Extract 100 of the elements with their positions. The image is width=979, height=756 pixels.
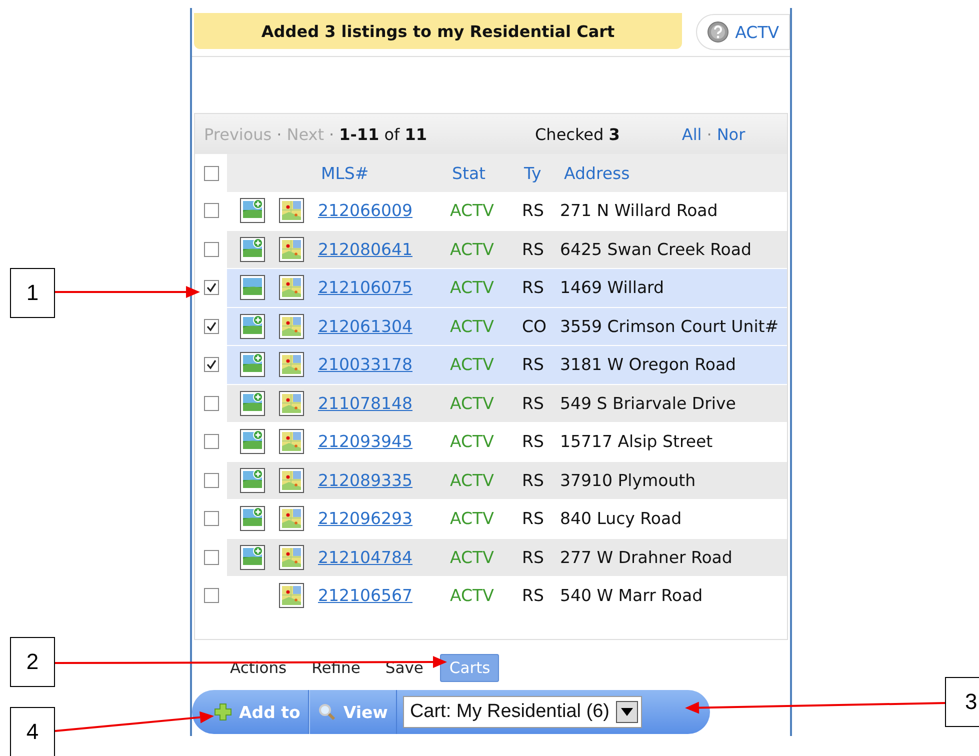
type-cell-text: RS — [522, 586, 545, 606]
map-icon[interactable] — [279, 236, 304, 262]
cart-select[interactable]: Cart: My Residential (6) — [402, 696, 642, 728]
photo-icon[interactable] — [240, 236, 265, 262]
status-cell-text: ACTV — [450, 240, 495, 259]
map-icon[interactable] — [279, 314, 304, 339]
status-button[interactable]: ACTV — [696, 14, 790, 50]
row-checkbox[interactable] — [204, 472, 218, 488]
mls-link[interactable]: 212104784 — [318, 548, 450, 567]
mls-link[interactable]: 212106075 — [318, 278, 450, 298]
photo-icon[interactable] — [240, 390, 265, 416]
column-header[interactable]: Ty — [524, 164, 564, 182]
mls-link[interactable]: 212096293 — [318, 509, 450, 528]
page-range: 1-11 of 11 — [339, 124, 427, 144]
type-cell-text: RS — [522, 201, 545, 220]
address-cell: 840 Lucy Road — [560, 509, 682, 528]
mls-link[interactable]: 210033178 — [318, 355, 450, 374]
photo-icon[interactable] — [240, 468, 265, 493]
map-icon[interactable] — [279, 275, 304, 300]
select-all-link[interactable]: All — [682, 124, 702, 144]
type-cell-text: RS — [522, 470, 545, 490]
separator-dot: · — [329, 124, 334, 144]
mls-link[interactable]: 212080641 — [318, 240, 450, 259]
row-checkbox[interactable] — [204, 511, 218, 526]
status-cell-text: ACTV — [450, 509, 495, 528]
type-cell-text: RS — [522, 240, 545, 259]
status-cell-text: ACTV — [450, 355, 495, 374]
address-cell: 37910 Plymouth — [560, 470, 696, 490]
mls-link[interactable]: 212106567 — [318, 586, 450, 606]
mls-link[interactable]: 212093945 — [318, 432, 450, 452]
mls-link[interactable]: 212066009 — [318, 201, 450, 220]
photo-icon[interactable] — [240, 506, 265, 532]
address-cell: 549 S Briarvale Drive — [560, 394, 736, 413]
map-icon[interactable] — [279, 544, 304, 570]
address-cell: 277 W Drahner Road — [560, 548, 732, 567]
photo-icon[interactable] — [240, 429, 265, 454]
status-cell-text: ACTV — [450, 394, 495, 413]
separator-dot: · — [276, 124, 282, 144]
row-checkbox[interactable] — [204, 588, 218, 604]
row-checkbox[interactable] — [204, 357, 218, 372]
row-checkbox[interactable] — [204, 203, 218, 218]
address-cell: 3559 Crimson Court Unit# — [560, 316, 779, 336]
photo-icon[interactable] — [240, 198, 265, 224]
photo-icon[interactable] — [240, 352, 265, 378]
address-cell: 15717 Alsip Street — [560, 432, 713, 452]
status-cell-text: ACTV — [450, 586, 495, 606]
type-cell-text: RS — [522, 548, 545, 567]
column-header[interactable]: Address — [564, 164, 630, 182]
photo-icon[interactable] — [240, 314, 265, 339]
address-cell: 540 W Marr Road — [560, 586, 703, 606]
status-cell-text: ACTV — [450, 316, 495, 336]
add-to-button[interactable]: Add to — [210, 690, 310, 734]
address-cell: 6425 Swan Creek Road — [560, 240, 752, 259]
tab[interactable]: Actions — [222, 655, 295, 681]
status-cell-text: ACTV — [450, 278, 495, 298]
callout-label: 4 — [10, 707, 55, 756]
plus-icon — [214, 703, 232, 721]
map-icon[interactable] — [279, 429, 304, 454]
map-icon[interactable] — [279, 583, 304, 608]
listing-row[interactable]: 212089335 ACTV RS 37910 Plymouth — [227, 462, 787, 499]
row-checkbox[interactable] — [204, 318, 218, 334]
mls-link[interactable]: 212089335 — [318, 470, 450, 490]
row-checkbox[interactable] — [204, 396, 218, 411]
map-icon[interactable] — [279, 390, 304, 416]
listing-row[interactable]: 212080641 ACTV RS 6425 Swan Creek Road — [227, 230, 787, 268]
search-icon — [318, 703, 336, 721]
listing-row[interactable]: 212106075 ACTV RS 1469 Willard — [227, 269, 787, 306]
column-header[interactable]: MLS# — [321, 164, 452, 182]
map-icon[interactable] — [279, 352, 304, 378]
header-checkbox[interactable] — [204, 166, 218, 180]
row-checkbox[interactable] — [204, 550, 218, 565]
column-header[interactable]: Stat — [452, 164, 524, 182]
type-cell-text: RS — [522, 278, 545, 298]
row-checkbox[interactable] — [204, 280, 218, 296]
confirmation-banner: Added 3 listings to my Residential Cart — [194, 13, 682, 49]
view-button[interactable]: View — [309, 690, 397, 734]
map-icon[interactable] — [279, 198, 304, 224]
type-cell-text: RS — [522, 509, 545, 528]
row-checkbox[interactable] — [204, 242, 218, 257]
listing-row[interactable]: 210033178 ACTV RS 3181 W Oregon Road — [227, 346, 787, 384]
checked-count: Checked 3 — [535, 124, 620, 144]
separator-dot: · — [706, 124, 712, 144]
type-cell-text: RS — [522, 394, 545, 413]
mls-link[interactable]: 212061304 — [318, 316, 450, 336]
type-cell-text: CO — [522, 316, 548, 336]
photo-icon[interactable] — [240, 275, 265, 300]
photo-icon[interactable] — [240, 544, 265, 570]
map-icon[interactable] — [279, 468, 304, 493]
callout-label: 1 — [10, 268, 55, 318]
select-none-link[interactable]: Nor — [716, 124, 746, 144]
status-cell-text: ACTV — [450, 432, 495, 452]
map-icon[interactable] — [279, 506, 304, 532]
address-cell: 271 N Willard Road — [560, 201, 718, 220]
listing-row[interactable]: 212061304 ACTV CO 3559 Crimson Court Unit# — [227, 308, 787, 345]
type-cell-text: RS — [522, 355, 545, 374]
row-checkbox[interactable] — [204, 434, 218, 450]
listing-row[interactable]: 211078148 ACTV RS 549 S Briarvale Drive — [227, 384, 787, 422]
mls-link[interactable]: 211078148 — [318, 394, 450, 413]
address-cell: 1469 Willard — [560, 278, 664, 298]
listing-row[interactable]: 212104784 ACTV RS 277 W Drahner Road — [227, 538, 787, 576]
